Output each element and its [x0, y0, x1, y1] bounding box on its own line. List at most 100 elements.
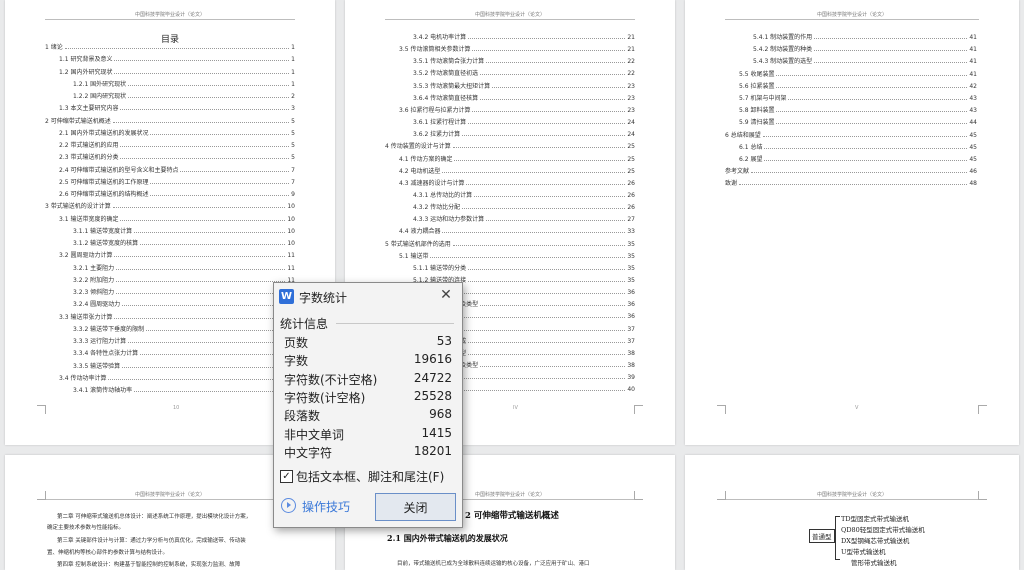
toc-entry[interactable]: 4.2 电动机选型 25 — [399, 167, 635, 175]
toc-entry[interactable]: 4.3.1 总传动比的计算 26 — [413, 191, 635, 199]
toc-entry[interactable]: 5.1.1 输送带的分类 35 — [413, 264, 635, 272]
toc-entry[interactable]: 1.1 研究背景及意义 1 — [59, 55, 295, 63]
toc-entry[interactable]: 3.4.2 电机功率计算 21 — [413, 33, 635, 41]
toc-entry-page: 27 — [627, 216, 635, 224]
toc-entry[interactable]: 3.3 输送带张力计算12 — [59, 313, 295, 321]
toc-entry[interactable]: 3.5.3 传动滚筒最大扭矩计算 23 — [413, 82, 635, 90]
page-header: 中国科技学院毕业设计（论文） — [134, 12, 205, 18]
crop-mark — [978, 491, 987, 500]
toc-leader-dots — [442, 171, 626, 173]
toc-entry-page: 10 — [287, 240, 295, 247]
toc-leader-dots — [134, 391, 286, 392]
toc-leader-dots — [120, 158, 290, 160]
toc-entry-title: 2.2 带式输送机的应用 — [59, 142, 119, 149]
toc-entry[interactable]: 5 带式输送机部件的选用 35 — [385, 240, 635, 248]
toc-entry[interactable]: 3.2.2 附加阻力 11 — [73, 276, 295, 284]
toc-entry[interactable]: 3.6.1 拉紧行程计算 24 — [413, 118, 635, 126]
toc-entry-page: 33 — [627, 228, 635, 236]
toc-entry[interactable]: 3.3.4 各特性点张力计算12 — [73, 349, 295, 357]
toc-entry[interactable]: 5.7 机架与中间架 43 — [739, 94, 977, 102]
toc-entry[interactable]: 3 带式输送机的设计计算 10 — [45, 202, 295, 210]
toc-entry[interactable]: 3.2 圆周驱动力计算 11 — [59, 251, 295, 259]
toc-entry[interactable]: 4 传动装置的设计与计算 25 — [385, 142, 635, 150]
toc-entry[interactable]: 3.6.2 拉紧力计算 24 — [413, 130, 635, 138]
toc-entry[interactable]: 2.4 可伸缩带式输送机的型号含义和主要特点 7 — [59, 166, 295, 174]
toc-entry[interactable]: 5.6 拉紧装置 42 — [739, 82, 977, 90]
toc-entry[interactable]: 1 绪论 1 — [45, 43, 295, 51]
toc-entry[interactable]: 4.3.2 传动比分配 26 — [413, 203, 635, 211]
toc-entry[interactable]: 4.1 传动方案的确定 25 — [399, 155, 635, 163]
toc-entry-title: 4.1 传动方案的确定 — [399, 155, 453, 163]
toc-entry[interactable]: 1.2 国内外研究现状 1 — [59, 68, 295, 76]
toc-entry[interactable]: 5.4.2 制动装置的种类 41 — [753, 45, 977, 53]
close-button[interactable]: 关闭 — [375, 493, 456, 521]
toc-entry[interactable]: 1.3 本文主要研究内容 3 — [59, 104, 295, 112]
toc-entry[interactable]: 3.1.1 输送带宽度计算 10 — [73, 227, 295, 235]
toc-entry-title: 3.6.2 拉紧力计算 — [413, 131, 461, 139]
toc-entry[interactable]: 2.6 可伸缩带式输送机的结构概述 9 — [59, 190, 295, 198]
toc-entry[interactable]: 3.5 传动滚筒相关参数计算 21 — [399, 45, 635, 53]
toc-entry[interactable]: 3.3.3 运行阻力计算12 — [73, 337, 295, 345]
toc-entry[interactable]: 2.1 国内外带式输送机的发展状况 5 — [59, 129, 295, 137]
toc-entry[interactable]: 5.1 输送带 35 — [399, 252, 635, 260]
stat-label: 字数 — [284, 354, 309, 368]
toc-entry[interactable]: 6.1 总结 45 — [739, 143, 977, 151]
toc-entry[interactable]: 4.4 液力耦合器 33 — [399, 227, 635, 235]
toc-leader-dots — [122, 366, 286, 368]
toc-leader-dots — [468, 353, 626, 355]
toc-entry[interactable]: 5.8 卸料装置 43 — [739, 106, 977, 114]
stat-label: 段落数 — [284, 409, 321, 423]
toc-leader-dots — [116, 268, 286, 270]
toc-leader-dots — [480, 305, 626, 307]
toc-entry-title: 4.3.2 传动比分配 — [413, 204, 461, 212]
toc-leader-dots — [128, 97, 290, 98]
header-rule — [45, 19, 295, 20]
toc-entry[interactable]: 4.3 减速器的设计与计算 26 — [399, 179, 635, 187]
toc-entry[interactable]: 3.4 传动功率计算13 — [59, 374, 295, 382]
toc-entry[interactable]: 3.4.1 滚筒传动轴功率13 — [73, 386, 295, 394]
toc-entry-page: 3 — [291, 105, 295, 113]
toc-entry-title: 3.1 输送带宽度的确定 — [59, 215, 119, 223]
close-icon[interactable]: ✕ — [438, 287, 454, 303]
tips-link[interactable]: 操作技巧 — [302, 498, 350, 515]
toc-entry[interactable]: 3.2.1 主要阻力 11 — [73, 264, 295, 272]
list-item: QD80轻型固定式带式输送机 — [841, 526, 925, 534]
toc-entry[interactable]: 2.2 带式输送机的应用 5 — [59, 141, 295, 149]
toc-entry[interactable]: 5.9 清扫装置 44 — [739, 118, 977, 126]
toc-entry[interactable]: 6 总结和展望 45 — [725, 131, 977, 139]
toc-entry[interactable]: 2.5 可伸缩带式输送机的工作原理 7 — [59, 178, 295, 186]
crop-mark — [717, 405, 726, 414]
toc-entry-title: 2.5 可伸缩带式输送机的工作原理 — [59, 178, 149, 186]
toc-entry[interactable]: 2 可伸缩带式输送机概述 5 — [45, 117, 295, 125]
toc-entry[interactable]: 3.2.3 倾斜阻力11 — [73, 288, 295, 296]
toc-entry[interactable]: 1.2.2 国内研究现状 2 — [73, 92, 295, 100]
checkbox-label[interactable]: 包括文本框、脚注和尾注(F) — [296, 468, 444, 485]
toc-entry[interactable]: 致谢 48 — [725, 179, 977, 187]
toc-entry[interactable]: 3.3.2 输送带下垂度的限制12 — [73, 325, 295, 333]
toc-entry[interactable]: 3.1 输送带宽度的确定 10 — [59, 215, 295, 223]
toc-entry[interactable]: 3.5.2 传动滚筒直径初选 22 — [413, 69, 635, 77]
play-circle-icon[interactable] — [281, 498, 296, 513]
crop-mark — [634, 405, 643, 414]
include-textboxes-checkbox[interactable]: ✓ — [280, 470, 293, 483]
toc-entry[interactable]: 3.6 拉紧行程与拉紧力计算 23 — [399, 106, 635, 114]
toc-entry[interactable]: 3.3.5 输送带验算13 — [73, 362, 295, 370]
toc-entry[interactable]: 3.1.2 输送带宽度的核算 10 — [73, 239, 295, 247]
toc-entry-title: 3.5 传动滚筒相关参数计算 — [399, 46, 471, 54]
toc-entry[interactable]: 参考文献 46 — [725, 167, 977, 175]
toc-entry[interactable]: 5.4.3 制动装置的选型 41 — [753, 57, 977, 65]
stat-value: 1415 — [421, 426, 452, 440]
toc-entry-title: 4.3.3 运动和动力参数计算 — [413, 216, 485, 224]
toc-entry[interactable]: 3.5.1 传动滚筒合张力计算 22 — [413, 57, 635, 65]
toc-entry[interactable]: 1.2.1 国外研究现状 1 — [73, 80, 295, 88]
toc-entry[interactable]: 4.3.3 运动和动力参数计算 27 — [413, 215, 635, 223]
toc-entry[interactable]: 6.2 展望 45 — [739, 155, 977, 163]
toc-entry[interactable]: 2.3 带式输送机的分类 5 — [59, 153, 295, 161]
toc-entry[interactable]: 3.2.4 圆周驱动力11 — [73, 300, 295, 308]
toc-entry[interactable]: 5.5 收尾装置 41 — [739, 70, 977, 78]
toc-entry[interactable]: 5.4.1 制动装置的作用 41 — [753, 33, 977, 41]
dialog-titlebar[interactable]: W 字数统计 ✕ — [274, 283, 462, 311]
toc-leader-dots — [468, 268, 626, 270]
list-item: TD型固定式带式输送机 — [841, 515, 910, 523]
toc-entry[interactable]: 3.6.4 传动滚筒直径核算 23 — [413, 94, 635, 102]
